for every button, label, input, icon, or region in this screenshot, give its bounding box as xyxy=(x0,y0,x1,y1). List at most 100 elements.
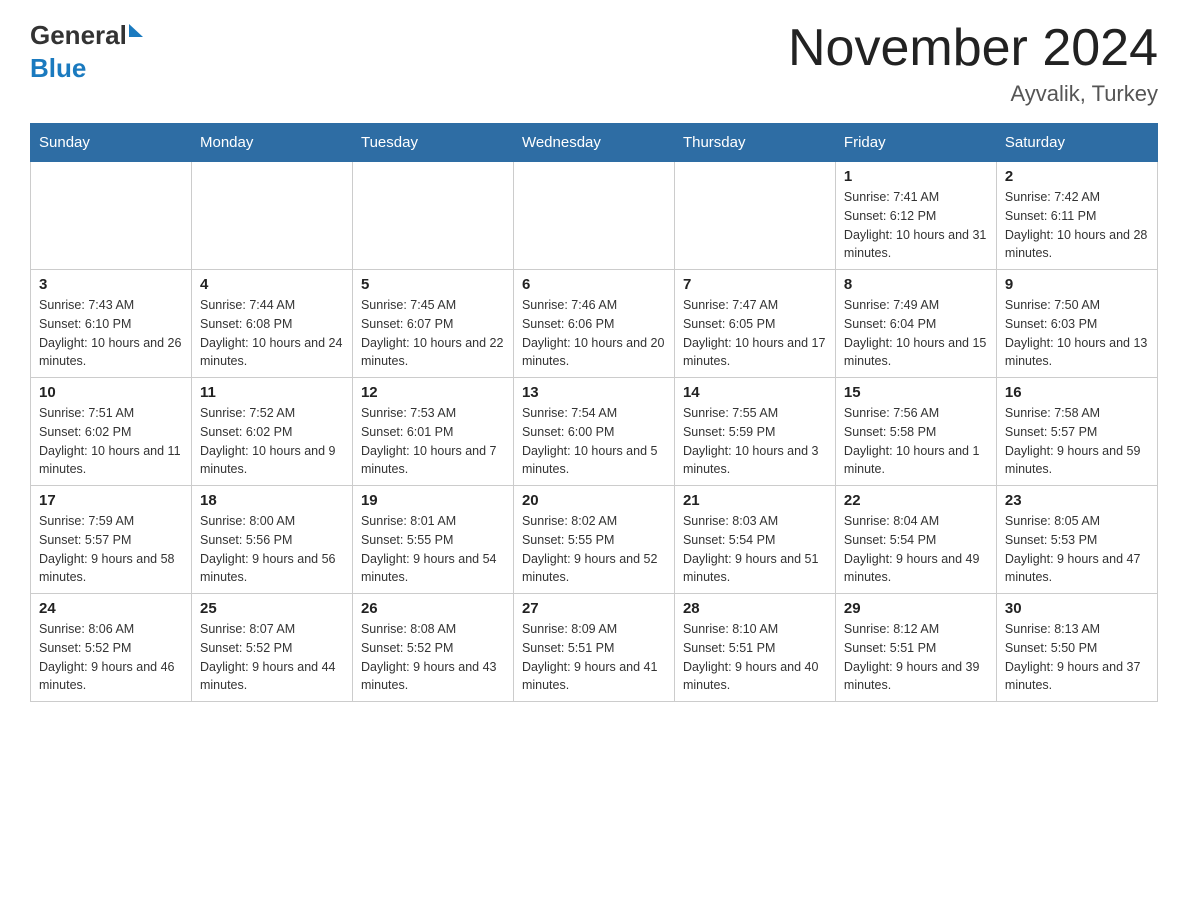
calendar-cell: 10Sunrise: 7:51 AMSunset: 6:02 PMDayligh… xyxy=(31,378,192,486)
calendar-cell: 16Sunrise: 7:58 AMSunset: 5:57 PMDayligh… xyxy=(996,378,1157,486)
day-info: Sunrise: 8:06 AMSunset: 5:52 PMDaylight:… xyxy=(39,620,183,695)
day-info: Sunrise: 7:46 AMSunset: 6:06 PMDaylight:… xyxy=(522,296,666,371)
day-info: Sunrise: 8:07 AMSunset: 5:52 PMDaylight:… xyxy=(200,620,344,695)
calendar-cell: 30Sunrise: 8:13 AMSunset: 5:50 PMDayligh… xyxy=(996,594,1157,702)
day-info: Sunrise: 8:03 AMSunset: 5:54 PMDaylight:… xyxy=(683,512,827,587)
day-info: Sunrise: 8:09 AMSunset: 5:51 PMDaylight:… xyxy=(522,620,666,695)
week-row-2: 3 Sunrise: 7:43 AMSunset: 6:10 PMDaylight… xyxy=(31,270,1158,378)
day-number: 22 xyxy=(844,492,988,509)
day-info: Sunrise: 8:05 AMSunset: 5:53 PMDaylight:… xyxy=(1005,512,1149,587)
day-info: Sunrise: 7:56 AMSunset: 5:58 PMDaylight:… xyxy=(844,404,988,479)
calendar-cell: 22 Sunrise: 8:04 AMSunset: 5:54 PMDayligh… xyxy=(835,486,996,594)
calendar-cell: 2 Sunrise: 7:42 AMSunset: 6:11 PMDaylight… xyxy=(996,162,1157,270)
day-number: 1 xyxy=(844,168,988,185)
calendar-cell: 25 Sunrise: 8:07 AMSunset: 5:52 PMDayligh… xyxy=(191,594,352,702)
day-info: Sunrise: 8:12 AMSunset: 5:51 PMDaylight:… xyxy=(844,620,988,695)
week-row-5: 24Sunrise: 8:06 AMSunset: 5:52 PMDayligh… xyxy=(31,594,1158,702)
day-info: Sunrise: 7:54 AMSunset: 6:00 PMDaylight:… xyxy=(522,404,666,479)
day-number: 27 xyxy=(522,600,666,617)
day-info: Sunrise: 7:50 AMSunset: 6:03 PMDaylight:… xyxy=(1005,296,1149,371)
calendar-cell: 26 Sunrise: 8:08 AMSunset: 5:52 PMDayligh… xyxy=(352,594,513,702)
day-number: 21 xyxy=(683,492,827,509)
calendar-cell: 21 Sunrise: 8:03 AMSunset: 5:54 PMDayligh… xyxy=(674,486,835,594)
week-row-1: 1Sunrise: 7:41 AMSunset: 6:12 PMDaylight… xyxy=(31,162,1158,270)
day-info: Sunrise: 8:04 AMSunset: 5:54 PMDaylight:… xyxy=(844,512,988,587)
weekday-header-row: Sunday Monday Tuesday Wednesday Thursday… xyxy=(31,124,1158,162)
day-info: Sunrise: 8:02 AMSunset: 5:55 PMDaylight:… xyxy=(522,512,666,587)
day-number: 30 xyxy=(1005,600,1149,617)
calendar-cell xyxy=(513,162,674,270)
day-info: Sunrise: 7:47 AMSunset: 6:05 PMDaylight:… xyxy=(683,296,827,371)
day-number: 5 xyxy=(361,276,505,293)
day-info: Sunrise: 7:53 AMSunset: 6:01 PMDaylight:… xyxy=(361,404,505,479)
day-number: 10 xyxy=(39,384,183,401)
day-number: 12 xyxy=(361,384,505,401)
day-number: 29 xyxy=(844,600,988,617)
calendar-cell xyxy=(31,162,192,270)
day-info: Sunrise: 8:01 AMSunset: 5:55 PMDaylight:… xyxy=(361,512,505,587)
title-block: November 2024 Ayvalik, Turkey xyxy=(788,20,1158,107)
day-number: 14 xyxy=(683,384,827,401)
header-thursday: Thursday xyxy=(674,124,835,162)
header-tuesday: Tuesday xyxy=(352,124,513,162)
calendar-cell: 13 Sunrise: 7:54 AMSunset: 6:00 PMDayligh… xyxy=(513,378,674,486)
calendar-cell: 8Sunrise: 7:49 AMSunset: 6:04 PMDaylight… xyxy=(835,270,996,378)
day-number: 9 xyxy=(1005,276,1149,293)
day-number: 26 xyxy=(361,600,505,617)
header-saturday: Saturday xyxy=(996,124,1157,162)
day-number: 18 xyxy=(200,492,344,509)
header-friday: Friday xyxy=(835,124,996,162)
day-number: 19 xyxy=(361,492,505,509)
page-title: November 2024 xyxy=(788,20,1158,77)
day-number: 23 xyxy=(1005,492,1149,509)
calendar-cell: 5 Sunrise: 7:45 AMSunset: 6:07 PMDaylight… xyxy=(352,270,513,378)
calendar-cell: 15Sunrise: 7:56 AMSunset: 5:58 PMDayligh… xyxy=(835,378,996,486)
week-row-4: 17 Sunrise: 7:59 AMSunset: 5:57 PMDayligh… xyxy=(31,486,1158,594)
calendar-cell: 24Sunrise: 8:06 AMSunset: 5:52 PMDayligh… xyxy=(31,594,192,702)
day-number: 2 xyxy=(1005,168,1149,185)
calendar-cell: 20Sunrise: 8:02 AMSunset: 5:55 PMDayligh… xyxy=(513,486,674,594)
calendar-table: Sunday Monday Tuesday Wednesday Thursday… xyxy=(30,123,1158,702)
day-info: Sunrise: 7:58 AMSunset: 5:57 PMDaylight:… xyxy=(1005,404,1149,479)
page-header: General Blue November 2024 Ayvalik, Turk… xyxy=(30,20,1158,107)
calendar-cell: 28Sunrise: 8:10 AMSunset: 5:51 PMDayligh… xyxy=(674,594,835,702)
calendar-cell xyxy=(674,162,835,270)
calendar-cell: 6 Sunrise: 7:46 AMSunset: 6:06 PMDaylight… xyxy=(513,270,674,378)
day-number: 13 xyxy=(522,384,666,401)
calendar-cell: 9 Sunrise: 7:50 AMSunset: 6:03 PMDaylight… xyxy=(996,270,1157,378)
day-number: 6 xyxy=(522,276,666,293)
day-number: 11 xyxy=(200,384,344,401)
day-info: Sunrise: 7:43 AMSunset: 6:10 PMDaylight:… xyxy=(39,296,183,371)
calendar-cell: 19 Sunrise: 8:01 AMSunset: 5:55 PMDayligh… xyxy=(352,486,513,594)
day-info: Sunrise: 7:52 AMSunset: 6:02 PMDaylight:… xyxy=(200,404,344,479)
page-subtitle: Ayvalik, Turkey xyxy=(788,81,1158,107)
header-wednesday: Wednesday xyxy=(513,124,674,162)
day-info: Sunrise: 7:49 AMSunset: 6:04 PMDaylight:… xyxy=(844,296,988,371)
calendar-cell: 23 Sunrise: 8:05 AMSunset: 5:53 PMDayligh… xyxy=(996,486,1157,594)
day-info: Sunrise: 7:59 AMSunset: 5:57 PMDaylight:… xyxy=(39,512,183,587)
day-number: 17 xyxy=(39,492,183,509)
calendar-cell: 14 Sunrise: 7:55 AMSunset: 5:59 PMDayligh… xyxy=(674,378,835,486)
calendar-cell: 4Sunrise: 7:44 AMSunset: 6:08 PMDaylight… xyxy=(191,270,352,378)
day-info: Sunrise: 7:55 AMSunset: 5:59 PMDaylight:… xyxy=(683,404,827,479)
calendar-cell: 27 Sunrise: 8:09 AMSunset: 5:51 PMDayligh… xyxy=(513,594,674,702)
calendar-cell xyxy=(191,162,352,270)
day-number: 4 xyxy=(200,276,344,293)
calendar-cell: 29 Sunrise: 8:12 AMSunset: 5:51 PMDayligh… xyxy=(835,594,996,702)
calendar-cell: 3 Sunrise: 7:43 AMSunset: 6:10 PMDaylight… xyxy=(31,270,192,378)
calendar-cell xyxy=(352,162,513,270)
header-sunday: Sunday xyxy=(31,124,192,162)
day-number: 28 xyxy=(683,600,827,617)
calendar-cell: 17 Sunrise: 7:59 AMSunset: 5:57 PMDayligh… xyxy=(31,486,192,594)
day-info: Sunrise: 7:42 AMSunset: 6:11 PMDaylight:… xyxy=(1005,188,1149,263)
calendar-cell: 1Sunrise: 7:41 AMSunset: 6:12 PMDaylight… xyxy=(835,162,996,270)
logo-general-text: General xyxy=(30,20,127,51)
calendar-cell: 12 Sunrise: 7:53 AMSunset: 6:01 PMDayligh… xyxy=(352,378,513,486)
day-number: 25 xyxy=(200,600,344,617)
day-info: Sunrise: 8:08 AMSunset: 5:52 PMDaylight:… xyxy=(361,620,505,695)
logo-blue-text: Blue xyxy=(30,53,86,84)
header-monday: Monday xyxy=(191,124,352,162)
day-number: 3 xyxy=(39,276,183,293)
day-info: Sunrise: 7:45 AMSunset: 6:07 PMDaylight:… xyxy=(361,296,505,371)
week-row-3: 10Sunrise: 7:51 AMSunset: 6:02 PMDayligh… xyxy=(31,378,1158,486)
